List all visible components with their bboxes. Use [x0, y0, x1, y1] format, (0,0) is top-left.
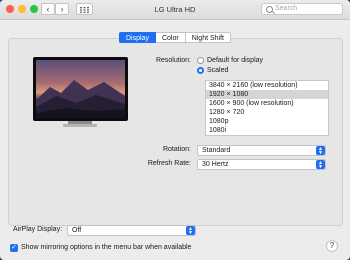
- default-resolution-radio[interactable]: [197, 57, 204, 64]
- display-preview: [33, 57, 128, 121]
- mirroring-label: Show mirroring options in the menu bar w…: [21, 244, 192, 251]
- resolution-item[interactable]: 1080i: [206, 126, 328, 135]
- preferences-window: ‹ › LG Ultra HD Search Display Color Nig…: [0, 0, 350, 260]
- refresh-rate-label: Refresh Rate:: [147, 160, 191, 167]
- tab-display[interactable]: Display: [119, 32, 156, 43]
- rotation-value: Standard: [202, 147, 231, 154]
- chevron-up-down-icon: ▲ ▼: [316, 160, 325, 170]
- resolution-item[interactable]: 1280 × 720: [206, 108, 328, 117]
- scaled-resolution-option: Scaled: [207, 67, 229, 74]
- airplay-popup[interactable]: Off ▲ ▼: [67, 225, 196, 236]
- scaled-resolution-radio[interactable]: [197, 67, 204, 74]
- resolution-item[interactable]: 1080p: [206, 117, 328, 126]
- search-placeholder: Search: [275, 5, 298, 12]
- tab-night-shift[interactable]: Night Shift: [185, 32, 231, 43]
- chevron-up-down-icon: ▲ ▼: [186, 226, 195, 236]
- resolution-item[interactable]: 3840 × 2160 (low resolution): [206, 81, 328, 90]
- search-field[interactable]: Search: [261, 3, 343, 15]
- airplay-label: AirPlay Display:: [13, 226, 63, 233]
- tab-bar: Display Color Night Shift: [119, 32, 231, 43]
- resolution-item[interactable]: 1600 × 900 (low resolution): [206, 99, 328, 108]
- desktop-wallpaper-image: [36, 60, 125, 118]
- chevron-up-down-icon: ▲ ▼: [316, 146, 325, 156]
- help-button[interactable]: ?: [326, 240, 338, 252]
- refresh-rate-popup[interactable]: 30 Hertz ▲ ▼: [197, 159, 326, 170]
- resolution-list[interactable]: 3840 × 2160 (low resolution) 1920 × 1080…: [205, 80, 329, 136]
- monitor-foot: [63, 124, 97, 127]
- default-resolution-option: Default for display: [207, 57, 264, 64]
- airplay-value: Off: [72, 227, 82, 234]
- question-mark-icon: ?: [329, 241, 335, 250]
- resolution-item-selected[interactable]: 1920 × 1080: [206, 90, 328, 99]
- rotation-popup[interactable]: Standard ▲ ▼: [197, 145, 326, 156]
- refresh-rate-value: 30 Hertz: [202, 161, 229, 168]
- search-icon: [266, 6, 273, 13]
- title-bar: ‹ › LG Ultra HD Search: [0, 0, 350, 20]
- rotation-label: Rotation:: [162, 146, 191, 153]
- tab-color[interactable]: Color: [155, 32, 186, 43]
- mirroring-checkbox[interactable]: ✓: [10, 244, 18, 252]
- resolution-label: Resolution:: [155, 57, 191, 64]
